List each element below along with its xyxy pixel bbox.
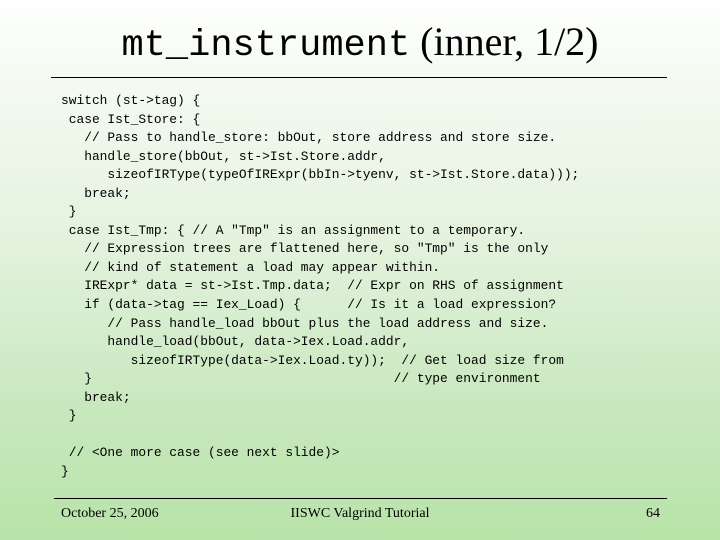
footer-divider xyxy=(54,498,667,499)
code-line: // kind of statement a load may appear w… xyxy=(61,259,441,275)
code-line: switch (st->tag) { xyxy=(61,93,201,108)
slide-title-code: mt_instrument xyxy=(121,25,411,67)
slide-title: mt_instrument (inner, 1/2) xyxy=(0,18,720,67)
code-line: } xyxy=(61,204,77,220)
code-line: sizeofIRType(typeOfIRExpr(bbIn->tyenv, s… xyxy=(61,167,580,183)
code-line: // Pass handle_load bbOut plus the load … xyxy=(61,315,549,331)
code-line: } xyxy=(61,463,69,479)
code-line: // Expression trees are flattened here, … xyxy=(61,241,549,257)
code-line: // Pass to handle_store: bbOut, store ad… xyxy=(61,130,557,146)
title-divider xyxy=(51,77,667,78)
code-line: } xyxy=(61,408,77,424)
code-line: case Ist_Store: { xyxy=(61,111,201,127)
code-line: handle_store(bbOut, st->Ist.Store.addr, xyxy=(61,148,386,164)
slide-title-text: (inner, 1/2) xyxy=(410,19,599,64)
code-line: // <One more case (see next slide)> xyxy=(61,445,340,461)
slide: { "slide": { "title": { "code_part": "mt… xyxy=(0,0,720,540)
code-line: } // type environment xyxy=(61,371,541,387)
code-line: handle_load(bbOut, data->Iex.Load.addr, xyxy=(61,334,410,350)
code-block: switch (st->tag) { case Ist_Store: { // … xyxy=(61,92,579,481)
code-line: break; xyxy=(61,185,131,201)
code-line: break; xyxy=(61,389,131,405)
code-line: case Ist_Tmp: { // A "Tmp" is an assignm… xyxy=(61,222,526,238)
code-line: IRExpr* data = st->Ist.Tmp.data; // Expr… xyxy=(61,278,564,294)
code-line: if (data->tag == Iex_Load) { // Is it a … xyxy=(61,297,557,313)
footer-presentation-title: IISWC Valgrind Tutorial xyxy=(290,506,430,521)
page-number: 64 xyxy=(646,506,660,521)
code-line: sizeofIRType(data->Iex.Load.ty)); // Get… xyxy=(61,352,564,368)
